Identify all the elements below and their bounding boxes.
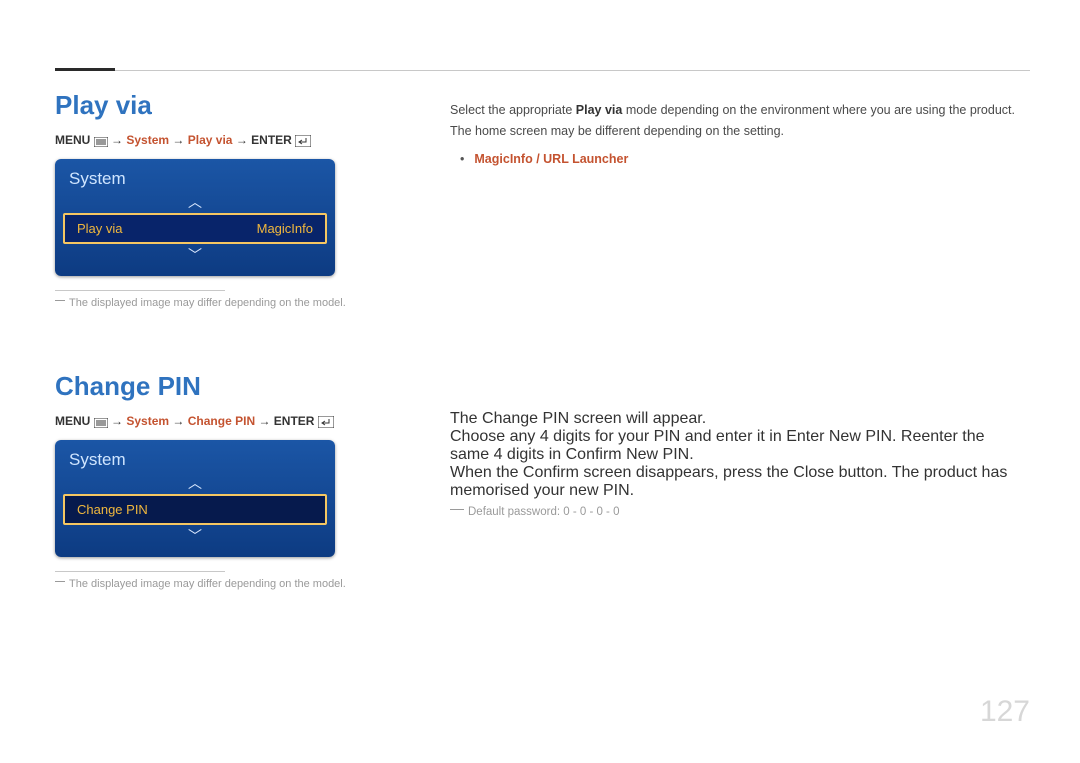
enter-icon xyxy=(318,416,334,428)
osd-panel-change-pin: System ︿ Change PIN ﹀ xyxy=(55,440,335,557)
play-via-desc-2: The home screen may be different dependi… xyxy=(450,121,1020,142)
arrow: → xyxy=(236,133,248,147)
section-title-play-via: Play via xyxy=(55,90,360,121)
osd-down-arrow[interactable]: ﹀ xyxy=(55,244,335,266)
right-column-change-pin: The Change PIN screen will appear. Choos… xyxy=(450,410,1020,518)
osd-up-arrow[interactable]: ︿ xyxy=(55,472,335,494)
osd-header: System xyxy=(55,159,335,191)
page-number: 127 xyxy=(980,695,1030,729)
osd-down-arrow[interactable]: ﹀ xyxy=(55,525,335,547)
breadcrumb-enter-label: ENTER xyxy=(274,414,315,428)
change-pin-desc-1: The Change PIN screen will appear. xyxy=(450,410,1020,428)
menu-icon xyxy=(94,418,108,428)
osd-up-arrow[interactable]: ︿ xyxy=(55,191,335,213)
section-change-pin-left: Change PIN MENU → System → Change PIN → … xyxy=(55,371,360,590)
section-title-change-pin: Change PIN xyxy=(55,371,360,402)
arrow: → xyxy=(172,133,184,147)
top-horizontal-rule xyxy=(55,70,1030,71)
breadcrumb-change-pin-item: Change PIN xyxy=(188,414,255,428)
divider xyxy=(55,290,225,291)
osd-row-label: Play via xyxy=(77,221,123,236)
close-label: Close xyxy=(793,464,834,481)
change-pin-desc-2: Choose any 4 digits for your PIN and ent… xyxy=(450,428,1020,464)
osd-row-play-via[interactable]: Play via MagicInfo xyxy=(63,213,327,244)
breadcrumb-system: System xyxy=(126,133,169,147)
osd-header: System xyxy=(55,440,335,472)
change-pin-desc-3: When the Confirm screen disappears, pres… xyxy=(450,464,1020,500)
menu-icon xyxy=(94,137,108,147)
breadcrumb-system: System xyxy=(126,414,169,428)
confirm-new-pin-label: Confirm New PIN xyxy=(566,446,690,463)
osd-row-label: Change PIN xyxy=(77,502,148,517)
top-rule-accent xyxy=(55,68,115,71)
divider xyxy=(55,571,225,572)
osd-panel-play-via: System ︿ Play via MagicInfo ﹀ xyxy=(55,159,335,276)
play-via-desc-1: Select the appropriate Play via mode dep… xyxy=(450,100,1020,121)
model-note: The displayed image may differ depending… xyxy=(55,297,360,309)
osd-row-change-pin[interactable]: Change PIN xyxy=(63,494,327,525)
breadcrumb-enter-label: ENTER xyxy=(251,133,292,147)
left-column: Play via MENU → System → Play via → ENTE… xyxy=(55,90,360,590)
play-via-option-list: MagicInfo / URL Launcher xyxy=(460,149,1020,170)
right-column-play-via: Select the appropriate Play via mode dep… xyxy=(450,100,1020,170)
enter-new-pin-label: Enter New PIN xyxy=(786,428,892,445)
option-magicinfo-url-launcher: MagicInfo / URL Launcher xyxy=(474,152,628,166)
arrow: → xyxy=(258,414,270,428)
breadcrumb-menu-label: MENU xyxy=(55,414,90,428)
breadcrumb-menu-label: MENU xyxy=(55,133,90,147)
default-password-note: Default password: 0 - 0 - 0 - 0 xyxy=(450,506,1020,518)
osd-row-value: MagicInfo xyxy=(257,221,313,236)
list-item: MagicInfo / URL Launcher xyxy=(460,149,1020,170)
breadcrumb-play-via: MENU → System → Play via → ENTER xyxy=(55,133,360,147)
breadcrumb-change-pin: MENU → System → Change PIN → ENTER xyxy=(55,414,360,428)
arrow: → xyxy=(172,414,184,428)
arrow: → xyxy=(111,133,123,147)
breadcrumb-play-via-item: Play via xyxy=(188,133,233,147)
enter-icon xyxy=(295,135,311,147)
manual-page: Play via MENU → System → Play via → ENTE… xyxy=(0,0,1080,763)
model-note: The displayed image may differ depending… xyxy=(55,578,360,590)
arrow: → xyxy=(111,414,123,428)
